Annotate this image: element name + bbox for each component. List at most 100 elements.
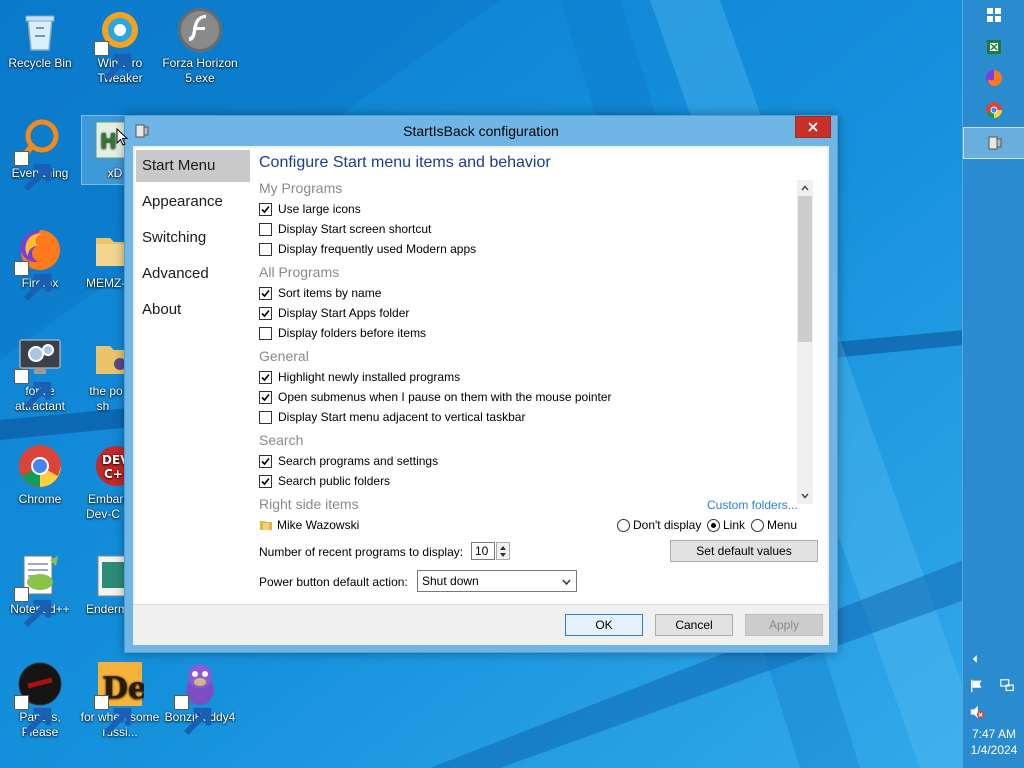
volume-button[interactable] [963, 700, 1024, 724]
custom-folders-link[interactable]: Custom folders... [707, 498, 798, 512]
desktop-icon-forza-horizon[interactable]: Forza Horizon 5.exe [160, 6, 240, 86]
set-default-values-button[interactable]: Set default values [670, 540, 818, 562]
ok-button[interactable]: OK [565, 614, 643, 636]
devcpp-icon: DEV C++ [96, 446, 124, 486]
right-side-item-row[interactable]: Mike Wazowski [259, 516, 359, 534]
radio-menu[interactable]: Menu [751, 518, 797, 532]
show-hidden-icons-button[interactable] [963, 648, 1024, 672]
checkbox[interactable] [259, 474, 272, 488]
recent-programs-input[interactable]: 10 [471, 542, 495, 560]
option-label: Open submenus when I pause on them with … [278, 390, 612, 404]
checkbox[interactable] [259, 454, 272, 468]
checkmark-icon [261, 393, 270, 401]
firefox-icon [986, 70, 1002, 87]
desktop-icon-label: the po sh [89, 384, 123, 413]
group-title-search: Search [259, 432, 304, 448]
close-button[interactable] [795, 116, 831, 138]
radio-button[interactable] [617, 518, 630, 532]
spin-up-icon[interactable] [500, 546, 506, 550]
spin-down-icon[interactable] [500, 553, 506, 557]
checkbox[interactable] [259, 202, 272, 216]
desktop-icon-xd[interactable]: H xD [81, 115, 125, 185]
option-open-submenus-on-hover[interactable]: Open submenus when I pause on them with … [259, 388, 612, 406]
checkbox[interactable] [259, 370, 272, 384]
nav-start-menu[interactable]: Start Menu [136, 150, 250, 182]
page-heading: Configure Start menu items and behavior [259, 154, 551, 171]
network-button[interactable] [993, 674, 1023, 698]
option-label: Display Start Apps folder [278, 306, 410, 320]
radio-dont-display[interactable]: Don't display [617, 518, 701, 532]
option-folders-before-items[interactable]: Display folders before items [259, 324, 426, 342]
checkbox[interactable] [259, 242, 272, 256]
apply-button[interactable]: Apply [745, 614, 823, 636]
desktop-icon-recycle-bin[interactable]: Recycle Bin [0, 6, 80, 71]
desktop-icon-chrome[interactable]: Chrome [0, 442, 80, 507]
desktop-icon-firefox[interactable]: Firefox [0, 226, 80, 302]
svg-text:C++: C++ [104, 467, 124, 481]
window-titlebar[interactable]: StartIsBack configuration [125, 116, 837, 146]
cancel-button[interactable]: Cancel [655, 614, 733, 636]
scroll-up-button[interactable] [797, 180, 813, 196]
option-start-apps-folder[interactable]: Display Start Apps folder [259, 304, 409, 322]
taskbar-firefox-button[interactable] [963, 63, 1024, 93]
option-label: Display Start screen shortcut [278, 222, 432, 236]
nav-advanced[interactable]: Advanced [136, 258, 250, 290]
action-center-button[interactable] [963, 674, 991, 698]
option-search-programs-settings[interactable]: Search programs and settings [259, 452, 438, 470]
start-menu-settings-panel: Configure Start menu items and behavior … [253, 148, 827, 604]
desktop-icon-notepadpp[interactable]: Notepad++ [0, 552, 80, 628]
desktop-icon-for-when[interactable]: De for when some russi... [80, 660, 160, 740]
nav-appearance[interactable]: Appearance [136, 186, 250, 218]
option-label: Display folders before items [278, 326, 427, 340]
desktop-icon-forkie[interactable]: forkie attractant [0, 334, 80, 414]
checkbox[interactable] [259, 410, 272, 424]
checkmark-icon [261, 205, 270, 213]
options-scrollbar[interactable] [797, 180, 813, 504]
desktop-icon-memz[interactable]: MEMZ- [82, 226, 124, 291]
scroll-down-button[interactable] [797, 488, 813, 504]
option-adjacent-vertical-taskbar[interactable]: Display Start menu adjacent to vertical … [259, 408, 525, 426]
recent-programs-spinner[interactable] [496, 542, 510, 560]
option-highlight-new-programs[interactable]: Highlight newly installed programs [259, 368, 460, 386]
taskbar-chrome-button[interactable] [963, 95, 1024, 125]
shortcut-arrow-icon [23, 707, 52, 736]
image-file-icon [97, 555, 124, 597]
taskbar-excel-button[interactable] [963, 32, 1024, 62]
checkbox[interactable] [259, 306, 272, 320]
radio-link[interactable]: Link [707, 518, 745, 532]
checkbox[interactable] [259, 286, 272, 300]
option-start-screen-shortcut[interactable]: Display Start screen shortcut [259, 220, 431, 238]
nav-about[interactable]: About [136, 294, 250, 326]
group-title-right-side-items: Right side items [259, 496, 359, 512]
clock[interactable]: 7:47 AM 1/4/2024 [963, 726, 1024, 758]
recycle-bin-icon [25, 15, 55, 51]
desktop-icon-everything[interactable]: Everything [0, 116, 80, 192]
desktop-icon-enderm[interactable]: Enderm [82, 552, 124, 617]
desktop-icon-the-po[interactable]: the po sh [82, 334, 124, 414]
radio-button[interactable] [707, 518, 720, 532]
checkbox[interactable] [259, 222, 272, 236]
desktop-icon-papers-please[interactable]: Papers, Please [0, 660, 80, 740]
power-action-select[interactable]: Shut down [417, 570, 577, 592]
chevron-down-icon [562, 579, 571, 585]
option-frequent-modern-apps[interactable]: Display frequently used Modern apps [259, 240, 476, 258]
radio-button[interactable] [751, 518, 764, 532]
option-search-public-folders[interactable]: Search public folders [259, 472, 390, 490]
network-icon [1000, 679, 1014, 692]
scroll-thumb[interactable] [798, 196, 812, 342]
desktop-icon-winaero-tweaker[interactable]: Winaero Tweaker [80, 6, 160, 86]
desktop-icon-embarcadero[interactable]: DEV C++ Embarc Dev-C [82, 442, 124, 522]
radio-label: Don't display [633, 518, 702, 532]
start-button[interactable] [963, 0, 1024, 30]
desktop-icon-label: Enderm [86, 602, 124, 616]
option-use-large-icons[interactable]: Use large icons [259, 200, 361, 218]
checkmark-icon [261, 457, 270, 465]
taskbar-startisback-button[interactable] [963, 127, 1024, 159]
dialog-footer: OK Cancel Apply [133, 604, 829, 645]
checkbox[interactable] [259, 326, 272, 340]
option-sort-by-name[interactable]: Sort items by name [259, 284, 381, 302]
desktop-icon-bonzibuddy[interactable]: BonziBuddy4 [160, 660, 240, 736]
checkbox[interactable] [259, 390, 272, 404]
startisback-icon [988, 136, 1002, 150]
nav-switching[interactable]: Switching [136, 222, 250, 254]
